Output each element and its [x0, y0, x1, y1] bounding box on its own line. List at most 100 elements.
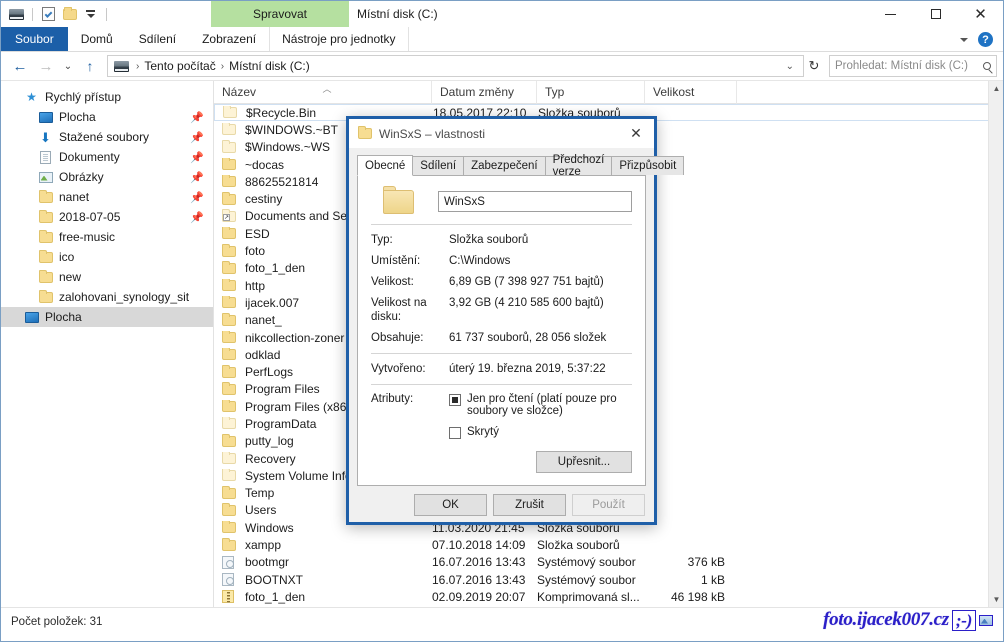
close-button[interactable]: ✕	[958, 1, 1003, 27]
file-name-label: cestiny	[245, 192, 282, 206]
tab-predchozi-verze[interactable]: Předchozí verze	[545, 156, 613, 175]
pin-icon[interactable]: 📌	[190, 191, 201, 203]
sidebar-item-plocha-root[interactable]: Plocha	[1, 307, 213, 327]
search-input[interactable]: Prohledat: Místní disk (C:)	[829, 55, 997, 77]
sidebar-item-rychly-pristup[interactable]: ★ Rychlý přístup	[1, 87, 213, 107]
sidebar-item-nanet[interactable]: nanet 📌	[1, 187, 213, 207]
breadcrumb-item-0[interactable]: Tento počítač	[141, 57, 218, 75]
dialog-close-button[interactable]: ✕	[618, 119, 654, 148]
maximize-button[interactable]	[913, 1, 958, 27]
drive-icon-breadcrumb	[114, 61, 129, 72]
folder-pale-icon	[222, 470, 239, 481]
property-row-contains: Obsahuje: 61 737 souborů, 28 056 složek	[371, 331, 632, 345]
tab-prizpusobit[interactable]: Přizpůsobit	[611, 156, 684, 175]
sidebar-item-2018-07-05[interactable]: 2018-07-05 📌	[1, 207, 213, 227]
recent-locations-icon[interactable]: ⌄	[59, 54, 77, 78]
sidebar-item-obrazky[interactable]: Obrázky 📌	[1, 167, 213, 187]
table-row[interactable]: BOOTNXT16.07.2016 13:43Systémový soubor1…	[214, 571, 1003, 588]
sidebar-item-free-music[interactable]: free-music	[1, 227, 213, 247]
pin-icon[interactable]: 📌	[190, 171, 201, 183]
file-size-cell: 1 kB	[645, 573, 737, 587]
dialog-tab-panel-general: WinSxS Typ: Složka souborů Umístění: C:\…	[357, 176, 646, 486]
desktop-icon	[37, 112, 54, 123]
apply-button[interactable]: Použít	[572, 494, 645, 516]
pin-icon[interactable]: 📌	[190, 131, 201, 143]
hidden-checkbox-label: Skrytý	[467, 426, 499, 438]
chevron-down-icon[interactable]	[960, 38, 968, 42]
file-name-cell: BOOTNXT	[214, 573, 432, 587]
ribbon-tab-domu[interactable]: Domů	[68, 27, 126, 51]
vertical-scrollbar[interactable]: ▲ ▼	[988, 81, 1003, 607]
readonly-checkbox[interactable]	[449, 394, 461, 406]
folder-icon	[37, 232, 54, 243]
new-folder-icon[interactable]	[61, 6, 78, 23]
tab-zabezpeceni[interactable]: Zabezpečení	[463, 156, 546, 175]
document-icon	[37, 151, 54, 164]
ribbon-tab-soubor[interactable]: Soubor	[1, 27, 68, 51]
pin-icon[interactable]: 📌	[190, 151, 201, 163]
refresh-button[interactable]: ↻	[804, 55, 824, 77]
ok-button[interactable]: OK	[414, 494, 487, 516]
forward-button[interactable]: →	[33, 54, 59, 78]
breadcrumb[interactable]: › Tento počítač › Místní disk (C:) ⌄	[107, 55, 804, 77]
sidebar-item-ico[interactable]: ico	[1, 247, 213, 267]
sidebar-item-stazene-soubory[interactable]: ⬇ Stažené soubory 📌	[1, 127, 213, 147]
file-name-label: foto_1_den	[245, 590, 305, 604]
hidden-checkbox-row[interactable]: Skrytý	[449, 426, 632, 439]
table-row[interactable]: bootmgr16.07.2016 13:43Systémový soubor3…	[214, 554, 1003, 571]
advanced-button[interactable]: Upřesnit...	[536, 451, 632, 473]
scroll-up-arrow-icon[interactable]: ▲	[989, 81, 1003, 96]
column-header-date[interactable]: Datum změny	[432, 81, 537, 104]
sidebar-item-zalohovani-synology-sit[interactable]: zalohovani_synology_sit	[1, 287, 213, 307]
drive-icon[interactable]	[8, 6, 25, 23]
file-name-label: Program Files (x86)	[245, 400, 350, 414]
pin-icon[interactable]: 📌	[190, 211, 201, 223]
file-name-label: $Windows.~WS	[245, 140, 330, 154]
cancel-button[interactable]: Zrušit	[493, 494, 566, 516]
sidebar-item-dokumenty[interactable]: Dokumenty 📌	[1, 147, 213, 167]
tab-obecne[interactable]: Obecné	[357, 155, 413, 176]
hidden-checkbox[interactable]	[449, 427, 461, 439]
folder-name-input[interactable]: WinSxS	[438, 191, 632, 212]
column-header-name[interactable]: Název ︿	[214, 81, 432, 104]
sort-ascending-icon: ︿	[323, 82, 332, 95]
up-button[interactable]: ↑	[77, 54, 103, 78]
file-name-cell: foto_1_den	[214, 590, 432, 604]
file-size-cell: 46 198 kB	[645, 590, 737, 604]
table-row[interactable]: foto_1_den02.09.2019 20:07Komprimovaná s…	[214, 588, 1003, 605]
desktop-icon	[23, 312, 40, 323]
ribbon-tab-bar: Soubor Domů Sdílení Zobrazení Nástroje p…	[1, 27, 1003, 52]
sidebar-item-new[interactable]: new	[1, 267, 213, 287]
readonly-checkbox-row[interactable]: Jen pro čtení (platí pouze pro soubory v…	[449, 393, 632, 417]
folder-icon	[222, 488, 239, 499]
file-name-label: Recovery	[245, 452, 296, 466]
help-icon[interactable]: ?	[978, 32, 993, 47]
minimize-button[interactable]	[868, 1, 913, 27]
column-header-type[interactable]: Typ	[537, 81, 645, 104]
property-row-size-on-disk: Velikost na disku: 3,92 GB (4 210 585 60…	[371, 296, 632, 324]
breadcrumb-item-1[interactable]: Místní disk (C:)	[226, 57, 313, 75]
folder-icon	[222, 263, 239, 274]
file-name-label: http	[245, 279, 265, 293]
scroll-down-arrow-icon[interactable]: ▼	[989, 592, 1003, 607]
pin-icon[interactable]: 📌	[190, 111, 201, 123]
properties-icon[interactable]	[40, 6, 57, 23]
customize-caret-icon[interactable]	[82, 6, 99, 23]
folder-icon	[222, 176, 239, 187]
breadcrumb-dropdown-icon[interactable]: ⌄	[781, 61, 799, 72]
file-name-label: PerfLogs	[245, 365, 293, 379]
ribbon-tab-nastroje-pro-jednotky[interactable]: Nástroje pro jednotky	[269, 27, 408, 51]
ribbon-tab-zobrazeni[interactable]: Zobrazení	[189, 27, 269, 51]
qat-separator	[32, 8, 33, 21]
tab-sdileni[interactable]: Sdílení	[412, 156, 464, 175]
file-name-label: Program Files	[245, 382, 320, 396]
back-button[interactable]: ←	[7, 54, 33, 78]
column-header-size[interactable]: Velikost	[645, 81, 737, 104]
property-label: Vytvořeno:	[371, 362, 449, 376]
star-icon: ★	[23, 90, 40, 104]
table-row[interactable]: xampp07.10.2018 14:09Složka souborů	[214, 536, 1003, 553]
ribbon-tab-sdileni[interactable]: Sdílení	[126, 27, 189, 51]
property-label: Typ:	[371, 233, 449, 247]
sidebar-item-plocha[interactable]: Plocha 📌	[1, 107, 213, 127]
property-label: Umístění:	[371, 254, 449, 268]
